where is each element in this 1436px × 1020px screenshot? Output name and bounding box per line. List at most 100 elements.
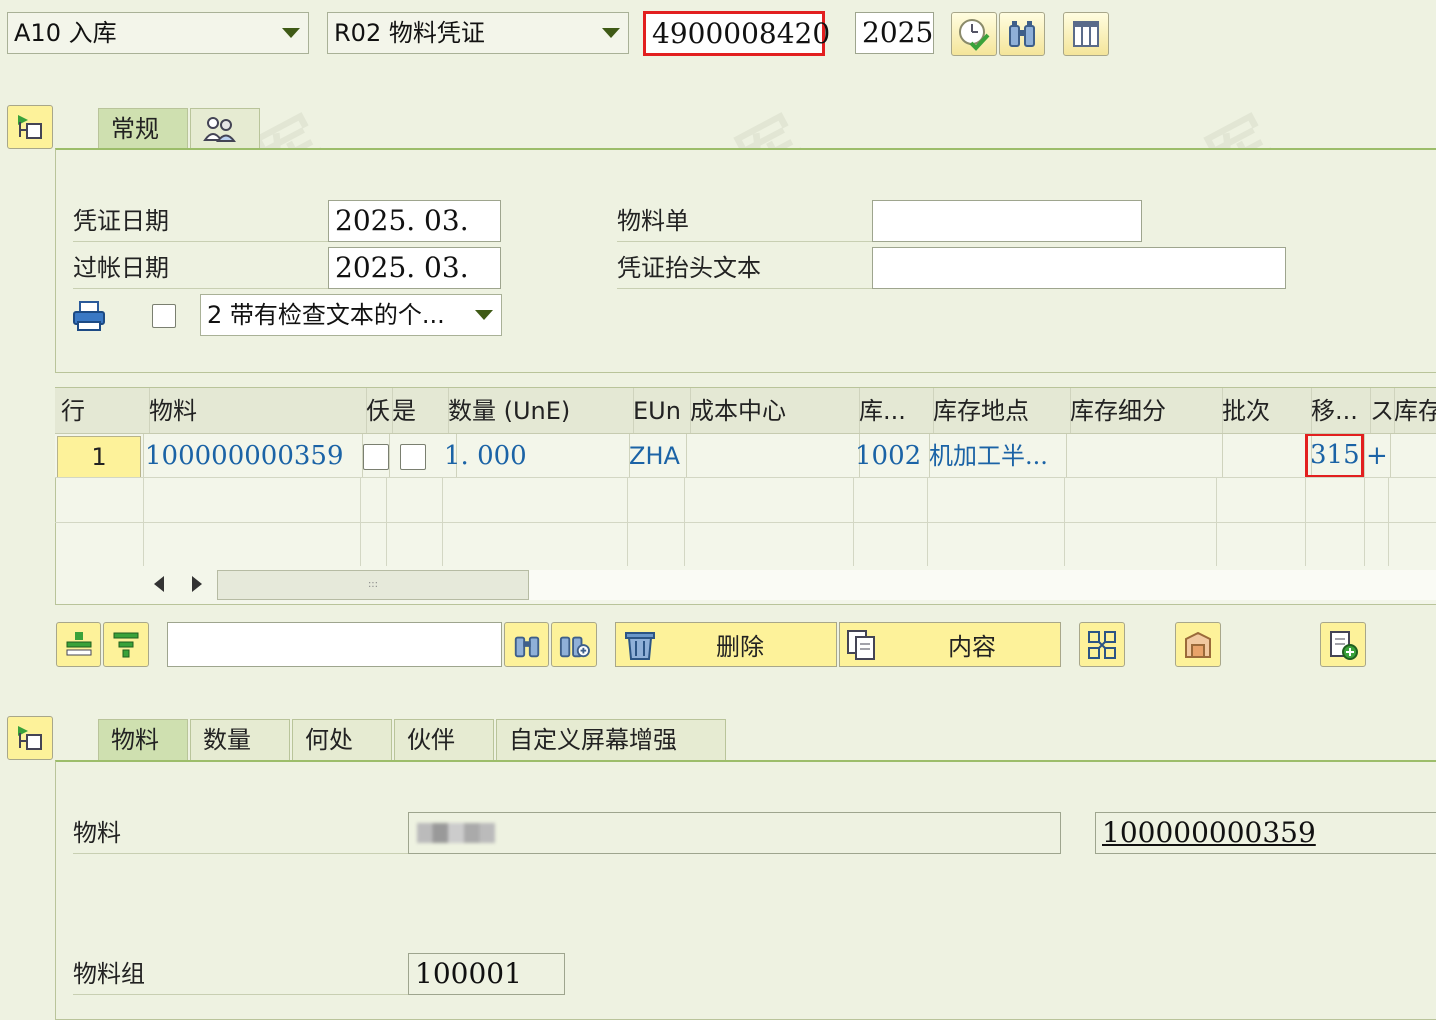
- clock-check-icon: [959, 19, 990, 51]
- horizontal-scrollbar[interactable]: :::: [217, 570, 1436, 600]
- tab-partner-label: 伙伴: [407, 726, 455, 754]
- content-button[interactable]: 内容: [839, 622, 1061, 667]
- add-item-button[interactable]: [1320, 622, 1366, 667]
- col-header-flag2[interactable]: 是: [386, 388, 449, 433]
- movement-type-cell[interactable]: 315: [1305, 434, 1365, 477]
- document-add-icon: [1330, 630, 1358, 660]
- chevron-down-icon[interactable]: [282, 28, 300, 38]
- reference-select-value: R02 物料凭证: [334, 19, 485, 47]
- filter-button[interactable]: [103, 622, 149, 667]
- tab-partners[interactable]: [190, 108, 260, 150]
- flag2-checkbox[interactable]: [400, 444, 426, 470]
- doc-date-field[interactable]: 2025. 03. 31: [328, 200, 501, 277]
- tab-general-label: 常规: [111, 115, 159, 143]
- document-copy-icon: [847, 629, 875, 660]
- delete-button-label: 删除: [716, 633, 764, 661]
- chevron-down-icon[interactable]: [602, 28, 620, 38]
- movement-sign-cell[interactable]: +: [1364, 434, 1391, 477]
- tab-custom-enhancement-label: 自定义屏幕增强: [509, 726, 677, 754]
- col-header-stock[interactable]: 库存: [1388, 388, 1436, 433]
- table-row[interactable]: 1 100000000359 1. 000 ZHA 1002 机加工半... 3…: [55, 434, 1436, 478]
- reference-select[interactable]: R02 物料凭证: [327, 12, 629, 54]
- tab-quantity[interactable]: 数量: [190, 719, 290, 761]
- line-number: 1: [57, 436, 141, 477]
- header-text-label: 凭证抬头文本: [617, 247, 872, 289]
- tab-custom-enhancement[interactable]: 自定义屏幕增强: [496, 719, 726, 761]
- document-number-field[interactable]: 4900008420: [643, 11, 830, 56]
- col-header-line[interactable]: 行: [55, 388, 150, 433]
- redacted-description: [417, 823, 495, 843]
- print-icon[interactable]: [72, 300, 106, 332]
- quantity-cell[interactable]: 1. 000: [442, 434, 630, 477]
- scroll-left-arrow[interactable]: [154, 576, 164, 592]
- movement-type-value: 315: [1305, 434, 1364, 477]
- material-number-value: 100000000359: [1102, 816, 1316, 849]
- grid-find-button[interactable]: [504, 622, 549, 667]
- header-collapse-button[interactable]: [7, 105, 53, 149]
- print-mode-select[interactable]: 2 带有检查文本的个...: [200, 294, 502, 336]
- col-header-quantity[interactable]: 数量 (UnE): [442, 388, 634, 433]
- bill-of-material-field[interactable]: [872, 200, 1142, 242]
- col-header-stock-segment[interactable]: 库存细分: [1064, 388, 1223, 433]
- unit-cell[interactable]: ZHA: [627, 434, 687, 477]
- execute-check-button[interactable]: [951, 12, 997, 56]
- col-header-unit[interactable]: EUn: [627, 388, 691, 433]
- chevron-down-icon[interactable]: [475, 310, 493, 320]
- col-header-cost-center[interactable]: 成本中心: [684, 388, 860, 433]
- print-mode-value: 2 带有检查文本的个...: [207, 301, 445, 329]
- warehouse-box-icon: [1185, 631, 1211, 658]
- col-header-storage-location[interactable]: 库存地点: [927, 388, 1071, 433]
- expand-button[interactable]: [1079, 622, 1125, 667]
- tree-toggle-icon: [18, 115, 42, 139]
- header-text-field[interactable]: [872, 247, 1286, 289]
- material-description-field: [408, 812, 1061, 854]
- grid-header-row: 行 物料 仸 是 数量 (UnE) EUn 成本中心 库... 库存地点 库存细…: [55, 388, 1436, 434]
- material-number-field: 100000000359: [1095, 812, 1436, 854]
- insert-row-icon: [66, 631, 91, 655]
- layout-button[interactable]: [1063, 12, 1109, 56]
- grid-search-input[interactable]: [167, 622, 502, 667]
- doc-date-label: 凭证日期: [73, 200, 328, 242]
- print-checkbox[interactable]: [152, 304, 176, 328]
- fiscal-year-field[interactable]: 2025: [855, 12, 934, 54]
- delete-button[interactable]: 删除: [615, 622, 837, 667]
- col-header-plant[interactable]: 库...: [853, 388, 934, 433]
- tab-quantity-label: 数量: [203, 726, 251, 754]
- filter-icon: [113, 632, 139, 657]
- stock-overview-button[interactable]: [1175, 622, 1221, 667]
- content-button-label: 内容: [948, 633, 996, 661]
- binoculars-plus-icon: [559, 636, 590, 657]
- plant-cell[interactable]: 1002: [853, 434, 930, 477]
- material-cell[interactable]: 100000000359: [143, 434, 363, 477]
- find-button[interactable]: [999, 12, 1045, 56]
- tab-where-label: 何处: [305, 726, 353, 754]
- detail-collapse-button[interactable]: [7, 716, 53, 760]
- col-header-batch[interactable]: 批次: [1216, 388, 1312, 433]
- binoculars-icon: [1009, 21, 1035, 47]
- insert-row-button[interactable]: [56, 622, 101, 667]
- scroll-right-arrow[interactable]: [192, 576, 202, 592]
- batch-cell[interactable]: [1216, 434, 1312, 477]
- col-header-movement-type[interactable]: 移...: [1305, 388, 1371, 433]
- scrollbar-thumb[interactable]: :::: [217, 570, 529, 600]
- material-group-label: 物料组: [73, 953, 408, 995]
- stock-segment-cell[interactable]: [1064, 434, 1223, 477]
- col-header-material[interactable]: 物料: [143, 388, 367, 433]
- tab-where[interactable]: 何处: [292, 719, 392, 761]
- grid-find-next-button[interactable]: [551, 622, 597, 667]
- table-columns-icon: [1073, 21, 1099, 47]
- tree-toggle-icon: [18, 726, 42, 750]
- expand-arrows-icon: [1088, 630, 1116, 659]
- material-label: 物料: [73, 812, 408, 854]
- tab-partner[interactable]: 伙伴: [394, 719, 494, 761]
- tab-general[interactable]: 常规: [98, 108, 188, 150]
- empty-row-lines: [55, 478, 1436, 566]
- stock-cell[interactable]: [1388, 434, 1436, 477]
- transaction-select[interactable]: A10 入库: [7, 12, 309, 54]
- storage-location-cell[interactable]: 机加工半...: [927, 434, 1067, 477]
- line-number-cell[interactable]: 1: [55, 434, 144, 477]
- post-date-field[interactable]: 2025. 03. 31: [328, 247, 501, 324]
- tab-material[interactable]: 物料: [98, 719, 188, 761]
- cost-center-cell[interactable]: [684, 434, 860, 477]
- post-date-label: 过帐日期: [73, 247, 328, 289]
